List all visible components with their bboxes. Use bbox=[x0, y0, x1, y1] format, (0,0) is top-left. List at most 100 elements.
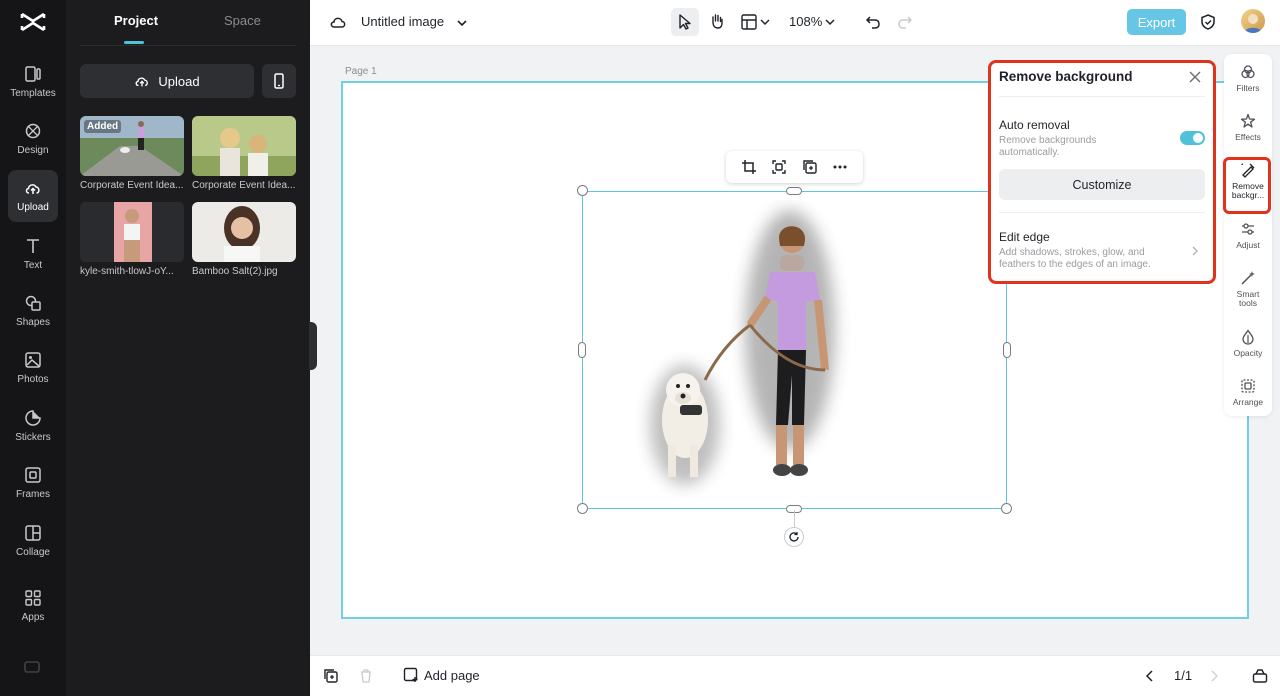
shapes-icon bbox=[25, 295, 41, 311]
chevron-down-icon[interactable] bbox=[824, 13, 836, 31]
right-toolbar: Filters Effects Remove backgr... Adjust … bbox=[1224, 54, 1272, 416]
undo-icon[interactable] bbox=[864, 13, 882, 31]
nav-label: Frames bbox=[16, 489, 50, 500]
auto-removal-description: Remove backgrounds automatically. bbox=[999, 135, 1097, 158]
close-icon[interactable] bbox=[1189, 71, 1201, 83]
resize-handle-right[interactable] bbox=[1003, 342, 1011, 358]
media-thumbnail[interactable] bbox=[80, 202, 184, 262]
effects-icon bbox=[1240, 113, 1256, 128]
photo-two-women bbox=[192, 116, 296, 176]
page-count: 1/1 bbox=[1174, 668, 1193, 683]
resize-handle-bottom-right[interactable] bbox=[1001, 503, 1012, 514]
tool-filters[interactable]: Filters bbox=[1224, 64, 1272, 93]
auto-removal-title: Auto removal bbox=[999, 118, 1070, 132]
text-icon bbox=[27, 239, 39, 253]
chevron-down-icon[interactable] bbox=[759, 13, 771, 31]
media-thumbnail[interactable]: Added bbox=[80, 116, 184, 176]
avatar[interactable] bbox=[1241, 9, 1265, 33]
tool-effects[interactable]: Effects bbox=[1224, 113, 1272, 142]
upload-cloud-icon bbox=[25, 184, 40, 194]
divider bbox=[999, 96, 1205, 97]
redo-icon[interactable] bbox=[896, 13, 914, 31]
media-label: kyle-smith-tlowJ-oY... bbox=[80, 266, 174, 277]
tool-label: Adjust bbox=[1236, 240, 1260, 250]
chevron-left-icon[interactable] bbox=[1142, 668, 1158, 684]
nav-apps[interactable]: Apps bbox=[8, 581, 58, 631]
layout-icon[interactable] bbox=[740, 13, 758, 31]
nav-text[interactable]: Text bbox=[8, 229, 58, 279]
tool-label: Filters bbox=[1236, 83, 1260, 93]
nav-label: Templates bbox=[10, 88, 56, 99]
resize-handle-left[interactable] bbox=[578, 342, 586, 358]
mobile-upload-button[interactable] bbox=[262, 64, 296, 98]
media-label: Corporate Event Idea... bbox=[80, 180, 184, 191]
smart-tools-icon bbox=[1241, 271, 1255, 285]
pointer-icon[interactable] bbox=[676, 13, 694, 31]
trash-icon[interactable] bbox=[358, 668, 374, 684]
auto-removal-toggle[interactable] bbox=[1180, 131, 1205, 145]
tool-smart-tools[interactable]: Smart tools bbox=[1224, 270, 1272, 308]
selection-box[interactable] bbox=[582, 191, 1007, 509]
edit-edge-title[interactable]: Edit edge bbox=[999, 230, 1050, 244]
nav-shapes[interactable]: Shapes bbox=[8, 286, 58, 336]
pages-panel-icon[interactable] bbox=[1252, 668, 1268, 684]
document-title[interactable]: Untitled image bbox=[361, 14, 444, 29]
chevron-right-icon[interactable] bbox=[1206, 668, 1222, 684]
design-icon bbox=[25, 123, 41, 139]
add-page-label: Add page bbox=[424, 667, 480, 683]
chevron-right-icon[interactable] bbox=[1190, 245, 1200, 257]
nav-label: Shapes bbox=[16, 317, 50, 328]
nav-design[interactable]: Design bbox=[8, 114, 58, 164]
photo-woman-pink-wall bbox=[80, 202, 184, 262]
shield-icon[interactable] bbox=[1199, 13, 1217, 31]
divider bbox=[999, 212, 1205, 213]
active-tab-indicator bbox=[124, 41, 144, 44]
edit-edge-description: Add shadows, strokes, glow, and feathers… bbox=[999, 247, 1151, 270]
nav-collage[interactable]: Collage bbox=[8, 516, 58, 566]
nav-photos[interactable]: Photos bbox=[8, 343, 58, 393]
panel-title: Remove background bbox=[999, 69, 1133, 84]
media-thumbnail[interactable] bbox=[192, 202, 296, 262]
capcut-logo-icon[interactable] bbox=[19, 10, 47, 34]
keyboard-icon[interactable] bbox=[24, 660, 40, 674]
photos-icon bbox=[25, 352, 41, 368]
nav-templates[interactable]: Templates bbox=[8, 57, 58, 107]
opacity-icon bbox=[1242, 329, 1254, 345]
tool-opacity[interactable]: Opacity bbox=[1224, 329, 1272, 358]
nav-stickers[interactable]: Stickers bbox=[8, 401, 58, 451]
media-thumbnail[interactable] bbox=[192, 116, 296, 176]
crop-icon[interactable] bbox=[741, 159, 757, 175]
upload-button[interactable]: Upload bbox=[80, 64, 254, 98]
zoom-level[interactable]: 108% bbox=[789, 14, 822, 29]
added-badge: Added bbox=[84, 120, 122, 133]
nav-upload[interactable]: Upload bbox=[8, 170, 58, 222]
assets-panel: Project Space Upload Added Corporate Eve… bbox=[66, 0, 310, 696]
duplicate-page-icon[interactable] bbox=[323, 668, 339, 684]
tab-space[interactable]: Space bbox=[224, 13, 261, 28]
tab-project[interactable]: Project bbox=[114, 13, 158, 28]
rotate-handle[interactable] bbox=[784, 527, 804, 547]
nav-label: Apps bbox=[21, 612, 45, 623]
nav-label: Photos bbox=[17, 374, 49, 385]
replace-icon[interactable] bbox=[771, 159, 787, 175]
cloud-save-icon[interactable] bbox=[329, 13, 347, 31]
resize-handle-bottom-left[interactable] bbox=[577, 503, 588, 514]
add-page-button[interactable]: Add page bbox=[403, 667, 480, 683]
media-label: Bamboo Salt(2).jpg bbox=[192, 266, 278, 277]
remove-background-highlight bbox=[1223, 157, 1271, 214]
tool-adjust[interactable]: Adjust bbox=[1224, 221, 1272, 250]
customize-button[interactable]: Customize bbox=[999, 169, 1205, 200]
collage-icon bbox=[25, 525, 41, 541]
more-icon[interactable] bbox=[832, 159, 848, 175]
left-nav: Templates Design Upload Text Shapes Phot… bbox=[0, 0, 66, 696]
resize-handle-top[interactable] bbox=[786, 187, 802, 195]
chevron-down-icon[interactable] bbox=[453, 14, 471, 32]
tool-arrange[interactable]: Arrange bbox=[1224, 378, 1272, 407]
rotate-icon bbox=[789, 532, 799, 542]
export-button[interactable]: Export bbox=[1127, 9, 1186, 35]
resize-handle-top-left[interactable] bbox=[577, 185, 588, 196]
hand-tool-icon[interactable] bbox=[708, 12, 726, 30]
panel-collapse-handle[interactable] bbox=[309, 322, 317, 370]
duplicate-icon[interactable] bbox=[802, 159, 818, 175]
nav-frames[interactable]: Frames bbox=[8, 458, 58, 508]
